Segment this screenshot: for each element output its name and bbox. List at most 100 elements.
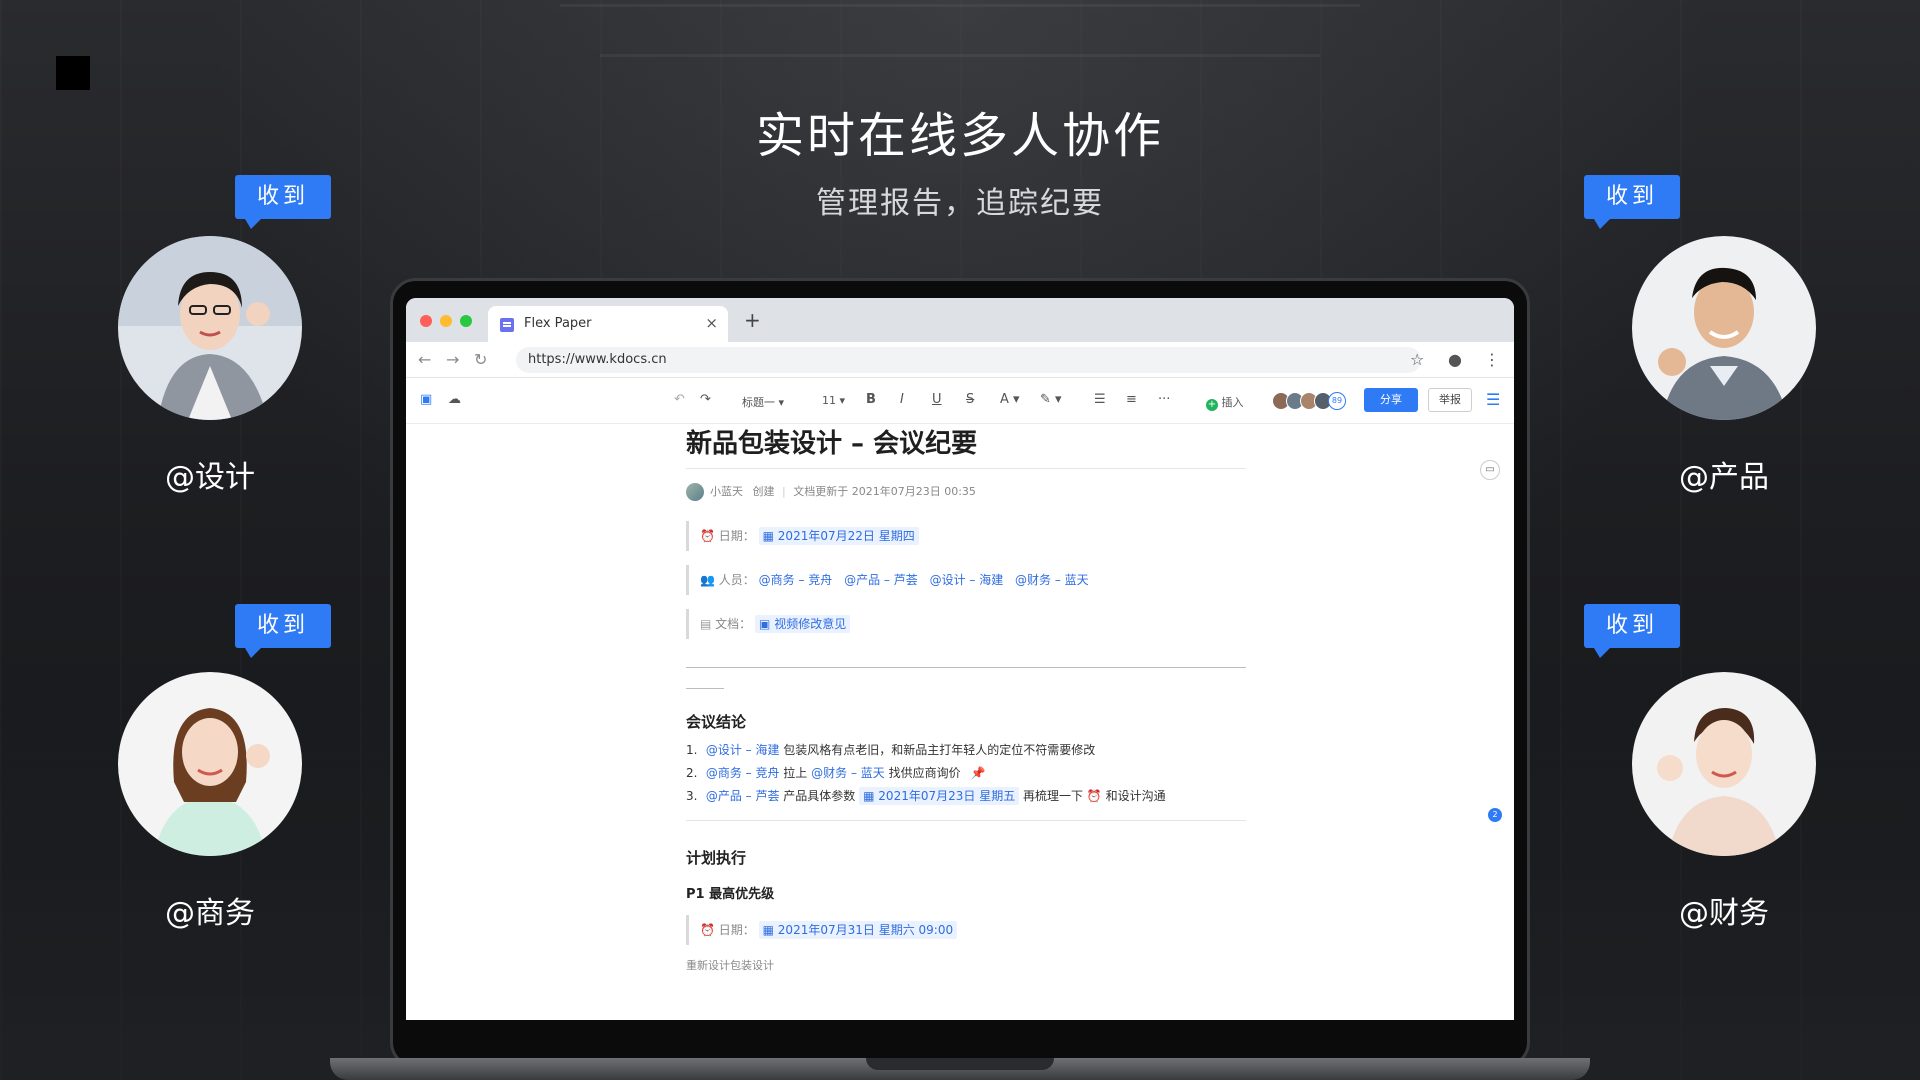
heading-select[interactable]: 标题一 ▾ [742, 394, 784, 410]
subsection-heading-p1[interactable]: P1 最高优先级 [686, 883, 1246, 903]
browser-tab[interactable]: Flex Paper × [488, 306, 728, 342]
field-people: 👥 人员： @商务 – 竞舟 @产品 – 芦荟 @设计 – 海建 @财务 – 蓝… [686, 563, 1246, 597]
redo-icon[interactable]: ↷ [700, 392, 711, 407]
more-button[interactable]: ··· [1158, 392, 1170, 407]
received-bubble: 收到 [235, 175, 331, 229]
date-tag[interactable]: ▦ 2021年07月31日 星期六 09:00 [758, 921, 958, 939]
list-item[interactable]: 3. @产品 – 芦荟 产品具体参数 ▦ 2021年07月23日 星期五 再梳理… [686, 785, 1246, 808]
meta-author: 小蓝天 [710, 485, 743, 498]
mention-finance[interactable]: @财务 – 蓝天 [811, 766, 885, 780]
list-text: 包装风格有点老旧，和新品主打年轻人的定位不符需要修改 [783, 743, 1096, 757]
comment-icon[interactable]: ▭ [1480, 460, 1500, 480]
list-text: 产品具体参数 [783, 789, 860, 803]
list-number: 3. [686, 789, 698, 803]
comment-count-badge[interactable]: 2 [1488, 808, 1502, 822]
comment-bubble-icon: ▤ [700, 617, 712, 631]
menu-icon[interactable]: ☰ [1486, 390, 1500, 409]
insert-button[interactable]: + 插入 [1206, 394, 1244, 411]
font-size-select[interactable]: 11 ▾ [822, 394, 845, 407]
strikethrough-button[interactable]: S [966, 392, 974, 407]
mention-business[interactable]: @商务 – 竞舟 [706, 766, 780, 780]
date-tag[interactable]: ▦ 2021年07月22日 星期四 [758, 527, 919, 545]
undo-icon[interactable]: ↶ [674, 392, 685, 407]
bold-button[interactable]: B [866, 392, 876, 407]
doc-link-text: 视频修改意见 [774, 617, 847, 631]
date-tag[interactable]: ▦ 2021年07月23日 星期五 [859, 787, 1020, 805]
mention-product[interactable]: @产品 – 芦荟 [706, 789, 780, 803]
reload-icon[interactable]: ↻ [474, 350, 487, 369]
handle-product: @产品 [1679, 460, 1769, 495]
back-arrow-icon[interactable]: ← [418, 350, 431, 369]
short-divider [686, 688, 724, 689]
ceiling-light [560, 4, 1360, 7]
calendar-icon: ▦ [762, 529, 774, 543]
collaborator-count[interactable]: 89 [1328, 392, 1346, 410]
mention-finance[interactable]: @财务 – 蓝天 [1015, 573, 1089, 587]
divider [686, 820, 1246, 821]
browser-menu-icon[interactable]: ⋮ [1484, 350, 1500, 369]
profile-icon[interactable]: ● [1448, 350, 1462, 369]
mention-business[interactable]: @商务 – 竞舟 [759, 573, 833, 587]
calendar-icon: ▦ [762, 923, 774, 937]
field-people-label: 人员： [718, 573, 755, 587]
field-p1-date: ⏰ 日期： ▦ 2021年07月31日 星期六 09:00 [686, 913, 1246, 947]
highlight-button[interactable]: ✎ ▾ [1040, 392, 1062, 407]
headline: 实时在线多人协作 [755, 108, 1164, 164]
document-title[interactable]: 新品包装设计 – 会议纪要 [686, 424, 1246, 464]
mention-design[interactable]: @设计 – 海建 [706, 743, 780, 757]
section-heading-conclusion[interactable]: 会议结论 [686, 711, 1246, 733]
title-divider [686, 468, 1246, 469]
pin-icon: 📌 [970, 766, 986, 780]
list-text: 找供应商询价 [888, 766, 961, 780]
mention-design[interactable]: @设计 – 海建 [930, 573, 1004, 587]
avatar-business [118, 672, 302, 856]
mention-product[interactable]: @产品 – 芦荟 [844, 573, 918, 587]
list-item[interactable]: 2. @商务 – 竞舟 拉上 @财务 – 蓝天 找供应商询价 📌 [686, 762, 1246, 785]
list-text: 和设计沟通 [1105, 789, 1166, 803]
insert-label: 插入 [1221, 396, 1244, 409]
meta-separator: | [782, 485, 786, 498]
window-close-dot[interactable] [420, 315, 432, 327]
sidebar-toggle-icon[interactable]: ▣ [420, 392, 432, 407]
editor-toolbar: ▣ ☁ ↶ ↷ 标题一 ▾ 11 ▾ B I U S A ▾ ✎ ▾ ☰ ≡ ·… [406, 378, 1514, 424]
plus-icon: + [1206, 399, 1218, 411]
cloud-icon[interactable]: ☁ [448, 392, 461, 407]
italic-button[interactable]: I [900, 392, 904, 407]
avatar-finance [1632, 672, 1816, 856]
numbered-list-icon[interactable]: ≡ [1126, 392, 1137, 407]
avatar-design [118, 236, 302, 420]
document-link-icon: ▣ [759, 617, 771, 631]
alarm-clock-icon: ⏰ [700, 923, 715, 937]
bullet-list-icon[interactable]: ☰ [1094, 392, 1106, 407]
report-button[interactable]: 举报 [1428, 388, 1472, 412]
doc-link-tag[interactable]: ▣ 视频修改意见 [755, 615, 851, 633]
laptop-notch [866, 1058, 1054, 1070]
document-meta: 小蓝天 创建 | 文档更新于 2021年07月23日 00:35 [686, 483, 1246, 501]
forward-arrow-icon[interactable]: → [446, 350, 459, 369]
avatar-product [1632, 236, 1816, 420]
share-button[interactable]: 分享 [1364, 388, 1418, 412]
received-bubble: 收到 [235, 604, 331, 658]
browser-addressbar: ← → ↻ https://www.kdocs.cn ☆ ● ⋮ [406, 342, 1514, 378]
list-item[interactable]: 1. @设计 – 海建 包装风格有点老旧，和新品主打年轻人的定位不符需要修改 [686, 739, 1246, 762]
alarm-clock-icon: ⏰ [1086, 789, 1102, 803]
ceiling-light [600, 54, 1320, 57]
date-tag-text: 2021年07月31日 星期六 09:00 [777, 923, 954, 937]
received-bubble: 收到 [1584, 604, 1680, 658]
received-bubble: 收到 [1584, 175, 1680, 229]
window-maximize-dot[interactable] [460, 315, 472, 327]
laptop-screen: Flex Paper × + ← → ↻ https://www.kdocs.c… [406, 298, 1514, 1020]
star-icon[interactable]: ☆ [1410, 350, 1424, 369]
font-color-button[interactable]: A ▾ [1000, 392, 1020, 407]
url-field[interactable]: https://www.kdocs.cn [516, 347, 1421, 373]
section-heading-plan[interactable]: 计划执行 [686, 847, 1246, 869]
handle-design: @设计 [165, 460, 255, 495]
underline-button[interactable]: U [932, 392, 942, 407]
close-tab-icon[interactable]: × [705, 314, 718, 332]
meta-created: 创建 [752, 485, 775, 498]
new-tab-button[interactable]: + [744, 308, 761, 332]
window-minimize-dot[interactable] [440, 315, 452, 327]
calendar-icon: ▦ [863, 789, 875, 803]
task-item-partial[interactable]: 重新设计包装设计 [686, 957, 1246, 973]
divider [686, 667, 1246, 668]
